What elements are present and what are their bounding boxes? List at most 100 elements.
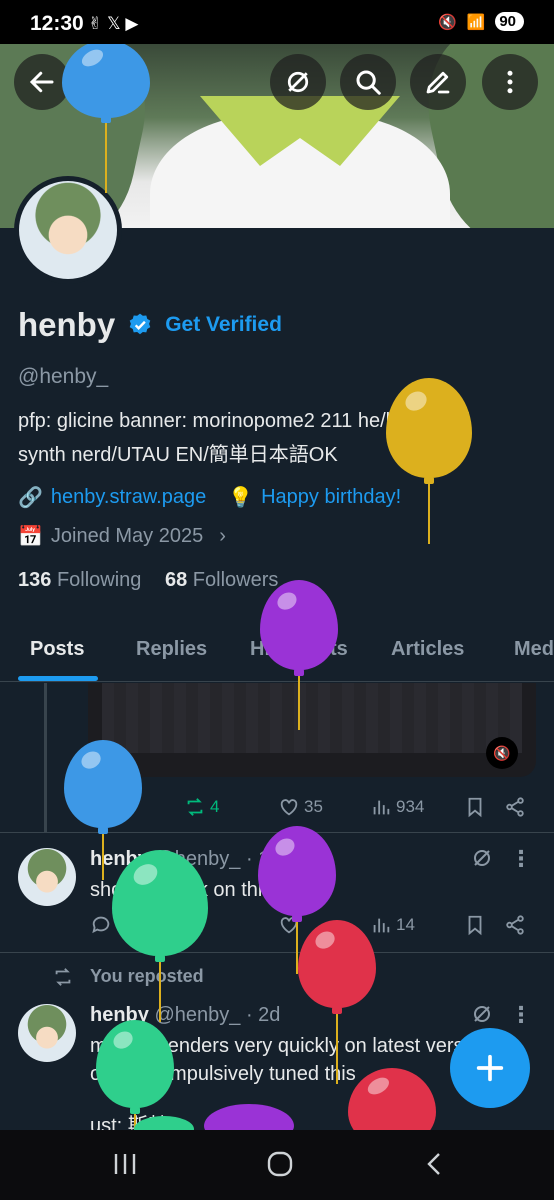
bookmark-button[interactable] [464,914,486,936]
balloon-shine [110,1028,137,1053]
post-time: · 2d [245,1004,281,1026]
balloon-shine [274,588,301,613]
bookmark-icon [468,797,482,818]
repost-count: 4 [210,797,220,816]
active-tab-indicator [18,676,98,681]
tab-replies[interactable]: Replies [136,638,207,661]
mute-video-icon[interactable]: 🔇 [486,737,518,769]
post-more-icon[interactable]: ⋮ [510,1002,532,1028]
plus-icon [476,1054,504,1082]
share-icon [506,915,524,935]
grok-icon[interactable] [470,846,494,870]
views-icon [373,800,390,815]
verified-badge-icon [129,313,151,335]
home-icon[interactable] [266,1150,294,1178]
media-frame [102,683,522,753]
battery-indicator: 90 [495,12,524,31]
tab-media[interactable]: Media [514,638,554,661]
grok-button[interactable] [270,54,326,110]
followers-count[interactable]: 68 [165,569,187,591]
compose-post-button[interactable] [450,1028,530,1108]
username-handle: @henby_ [18,365,109,388]
system-navigation-bar [0,1130,554,1200]
balloon-knot [130,1107,140,1114]
back-icon[interactable] [424,1150,444,1178]
link-icon: 🔗 [18,487,43,509]
post-author-handle: @henby_ [154,1004,241,1026]
recent-apps-icon[interactable] [112,1150,138,1178]
repost-indicator-icon [55,968,71,986]
joined-row[interactable]: 📅 Joined May 2025 › [18,524,226,549]
balloon-knot [292,915,302,922]
balloon-shine [401,387,431,415]
balloon-body [386,378,472,478]
balloon-knot [98,827,108,834]
search-icon [356,70,381,95]
following-count[interactable]: 136 [18,569,51,591]
get-verified-link[interactable]: Get Verified [165,313,282,337]
search-button[interactable] [340,54,396,110]
joined-date: Joined May 2025 [50,525,204,547]
back-arrow-icon [29,71,54,93]
grok-icon[interactable] [470,1002,494,1026]
thread-line [44,683,47,833]
profile-meta: 🔗 henby.straw.page 💡 Happy birthday! [18,485,401,510]
follow-stats: 136 Following 68 Followers [18,569,278,592]
views-button[interactable]: 14 [370,914,415,936]
more-button[interactable] [482,54,538,110]
repost-label: You reposted [90,966,204,986]
post-avatar[interactable] [18,848,76,906]
balloon-knot [294,669,304,676]
balloon-shine [79,46,107,70]
post-more-icon[interactable]: ⋮ [510,846,532,872]
heart-icon [280,799,298,816]
grok-icon [287,71,309,93]
post-avatar[interactable] [18,1004,76,1062]
post-actions: 1 4 35 934 [88,796,538,826]
views-icon [373,918,390,933]
balloon-string [298,676,300,730]
edit-button[interactable] [410,54,466,110]
share-button[interactable] [504,914,526,936]
post-divider [0,952,554,953]
balloon-string [105,123,107,193]
birthday-link[interactable]: Happy birthday! [261,486,401,509]
repost-icon [187,798,203,816]
reply-button[interactable] [90,914,112,936]
balloon-body [112,850,208,956]
bookmark-icon [468,915,482,936]
bookmark-button[interactable] [464,796,486,818]
like-count: 35 [304,797,323,816]
share-icon [506,797,524,817]
balloon-shine [312,928,339,953]
balloon-string [159,962,161,1022]
balloon-shine [365,1074,393,1099]
tab-articles[interactable]: Articles [391,638,464,661]
balloon-body [260,580,338,670]
status-right: 🔇 📶 90 [438,12,524,31]
balloon-string [428,484,430,544]
balloon-shine [78,748,105,773]
balloon-body [96,1020,174,1108]
notification-icons: ✌ 𝕏 ▶ [88,14,139,33]
wifi-icon: 📶 [466,13,486,31]
balloon-knot [424,477,434,484]
calendar-icon: 📅 [18,526,43,548]
following-label[interactable]: Following [57,569,141,591]
tab-posts[interactable]: Posts [30,638,84,661]
balloon-string [336,1014,338,1084]
more-vertical-icon [507,70,513,94]
like-button[interactable]: 35 [278,796,323,818]
website-link[interactable]: henby.straw.page [51,486,206,509]
repost-button[interactable]: 4 [184,796,219,818]
balloon-body [64,740,142,828]
followers-label[interactable]: Followers [193,569,279,591]
post-media-video[interactable]: 🔇 [88,683,536,777]
balloon-knot [101,116,111,123]
share-button[interactable] [504,796,526,818]
views-button[interactable]: 934 [370,796,424,818]
balloon-body [298,920,376,1008]
balloon-body [258,826,336,916]
mute-icon: 🔇 [437,13,457,31]
views-count: 14 [396,915,415,934]
